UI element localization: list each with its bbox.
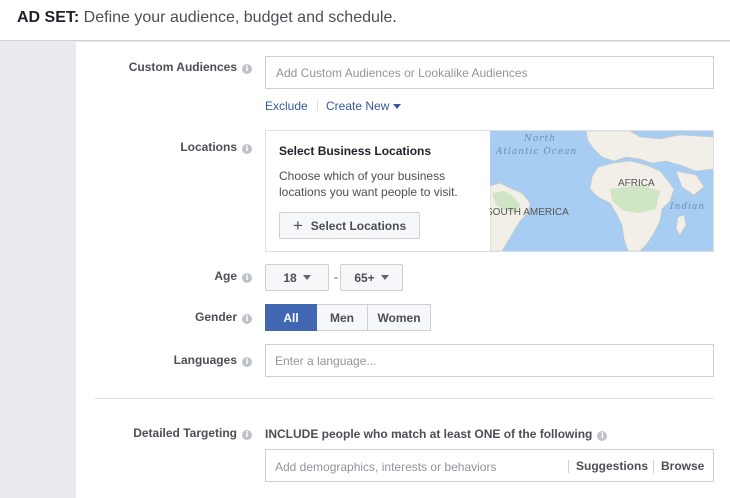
info-icon[interactable]: i [242, 273, 252, 283]
age-max-dropdown[interactable]: 65+ [340, 264, 403, 291]
chevron-down-icon [393, 104, 402, 109]
locations-title: Select Business Locations [279, 144, 432, 158]
select-locations-button[interactable]: + Select Locations [279, 212, 420, 239]
info-icon[interactable]: i [242, 430, 252, 440]
locations-box: Select Business Locations Choose which o… [265, 130, 714, 252]
gender-women-button[interactable]: Women [368, 304, 431, 331]
link-separator [317, 99, 318, 111]
browse-separator [653, 460, 654, 473]
suggestions-button[interactable]: Suggestions [576, 459, 648, 473]
map-label-africa: AFRICA [618, 178, 655, 189]
info-icon[interactable]: i [242, 314, 252, 324]
create-new-link[interactable]: Create New [326, 99, 402, 113]
exclude-link[interactable]: Exclude [265, 99, 308, 113]
detailed-targeting-input[interactable]: Add demographics, interests or behaviors… [265, 449, 714, 482]
gender-men-button[interactable]: Men [317, 304, 368, 331]
locations-description: Choose which of your business locations … [279, 169, 458, 199]
gender-all-button[interactable]: All [265, 304, 317, 331]
left-gutter [0, 42, 76, 498]
gender-label: Gender i [195, 310, 252, 324]
ad-set-panel: Custom Audiences i Add Custom Audiences o… [76, 42, 730, 498]
language-input[interactable]: Enter a language... [265, 344, 714, 377]
header-title: AD SET: Define your audience, budget and… [17, 9, 397, 26]
chevron-down-icon [380, 275, 389, 280]
custom-audiences-label: Custom Audiences i [129, 60, 252, 74]
info-icon[interactable]: i [242, 357, 252, 367]
plus-icon: + [292, 215, 303, 235]
info-icon[interactable]: i [242, 144, 252, 154]
custom-audiences-input[interactable]: Add Custom Audiences or Lookalike Audien… [265, 56, 714, 89]
browse-button[interactable]: Browse [661, 459, 704, 473]
map-label-south-america: SOUTH AMERICA [490, 207, 569, 218]
detailed-targeting-placeholder: Add demographics, interests or behaviors [275, 460, 497, 474]
world-map[interactable]: North Atlantic Ocean AFRICA SOUTH AMERIC… [490, 131, 714, 251]
languages-label: Languages i [174, 353, 252, 367]
info-icon[interactable]: i [597, 431, 608, 441]
map-label-indian: Indian [669, 202, 705, 212]
age-min-dropdown[interactable]: 18 [265, 264, 329, 291]
page-header: AD SET: Define your audience, budget and… [0, 0, 730, 41]
include-text: INCLUDE people who match at least ONE of… [265, 427, 608, 441]
age-label: Age i [214, 269, 252, 283]
suggestions-separator [568, 460, 569, 473]
info-icon[interactable]: i [242, 64, 252, 74]
age-separator: - [334, 270, 338, 284]
detailed-targeting-label: Detailed Targeting i [133, 426, 252, 440]
chevron-down-icon [302, 275, 311, 280]
locations-label: Locations i [180, 140, 252, 154]
section-divider [95, 398, 714, 399]
map-label-north: North [523, 134, 556, 144]
map-label-atlantic: Atlantic Ocean [495, 147, 577, 157]
